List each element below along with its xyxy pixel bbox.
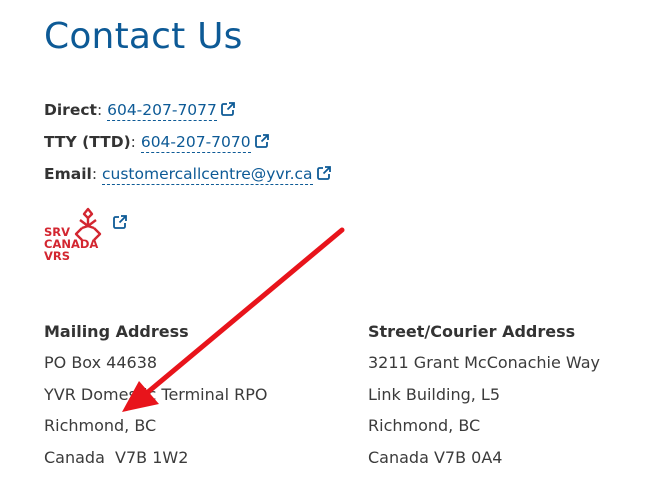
srv-canada-vrs-logo[interactable]: SRV CANADA VRS bbox=[44, 206, 114, 262]
tty-label: TTY (TTD) bbox=[44, 133, 131, 151]
street-address-line: Richmond, BC bbox=[368, 416, 481, 435]
email-label: Email bbox=[44, 165, 92, 183]
srv-logo-line-3: VRS bbox=[44, 249, 70, 262]
page-title: Contact Us bbox=[44, 16, 243, 57]
direct-label: Direct bbox=[44, 101, 97, 119]
external-link-icon[interactable] bbox=[221, 102, 235, 116]
tty-phone-link[interactable]: 604-207-7070 bbox=[140, 133, 251, 153]
external-link-icon[interactable] bbox=[254, 134, 269, 148]
street-address-line: Canada V7B 0A4 bbox=[368, 447, 503, 467]
street-address-line: Link Building, L5 bbox=[368, 384, 501, 404]
direct-phone-line: Direct: 604-207-7077 bbox=[44, 100, 235, 121]
tty-phone-line: TTY (TTD): 604-207-7070 bbox=[44, 132, 269, 153]
mailing-address-line: YVR Domestic Terminal RPO bbox=[44, 384, 268, 404]
email-line: Email: customercallcentre@yvr.ca bbox=[44, 164, 331, 185]
direct-phone-link[interactable]: 604-207-7077 bbox=[107, 101, 217, 121]
street-address: Street/Courier Address 3211 Grant McCona… bbox=[368, 322, 600, 479]
mailing-address-heading: Mailing Address bbox=[44, 322, 189, 341]
street-address-line: 3211 Grant McConachie Way bbox=[368, 353, 600, 372]
external-link-icon[interactable] bbox=[316, 166, 331, 180]
mailing-address: Mailing Address PO Box 44638 YVR Domesti… bbox=[44, 322, 267, 479]
mailing-address-line: Canada V7B 1W2 bbox=[44, 447, 189, 467]
mailing-address-line: Richmond, BC bbox=[44, 416, 157, 435]
email-link[interactable]: customercallcentre@yvr.ca bbox=[101, 165, 313, 185]
mailing-address-line: PO Box 44638 bbox=[44, 353, 158, 372]
street-address-heading: Street/Courier Address bbox=[368, 322, 576, 341]
external-link-icon[interactable] bbox=[113, 215, 127, 229]
